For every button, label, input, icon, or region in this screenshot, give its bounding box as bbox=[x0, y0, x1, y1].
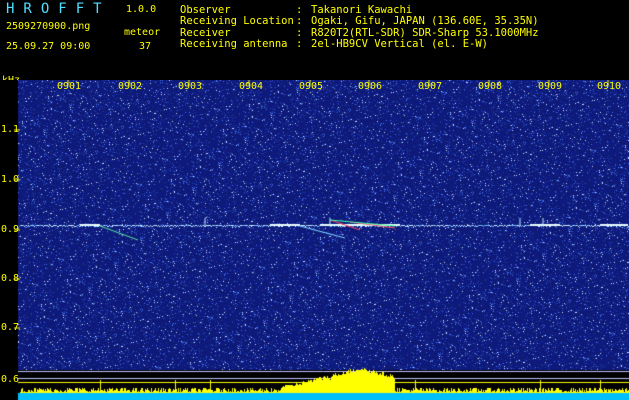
x-tick-label: 0909 bbox=[538, 81, 563, 92]
y-tick-label: 1.1 bbox=[1, 124, 20, 135]
y-tick-label: 0.6 bbox=[1, 374, 20, 385]
x-tick-label: 0906 bbox=[358, 81, 383, 92]
image-filename: 2509270900.png bbox=[6, 21, 91, 32]
info-label: Receiving antenna bbox=[180, 38, 288, 51]
y-tick-label: 0.7 bbox=[1, 322, 20, 333]
x-tick-label: 0903 bbox=[178, 81, 203, 92]
y-tick-label: 0.8 bbox=[1, 273, 20, 284]
y-tick-label: 1.0 bbox=[1, 174, 20, 185]
y-tick-label: 0.9 bbox=[1, 224, 20, 235]
info-value: 2el-HB9CV Vertical (el. E-W) bbox=[311, 38, 489, 51]
info-row-antenna: Receiving antenna : 2el-HB9CV Vertical (… bbox=[180, 38, 539, 51]
info-separator: : bbox=[296, 38, 303, 51]
x-tick-label: 0907 bbox=[418, 81, 443, 92]
app-logo: HROFFT bbox=[6, 1, 111, 17]
x-tick-label: 0910 bbox=[597, 81, 622, 92]
station-info: Observer : Takanori Kawachi Receiving Lo… bbox=[180, 4, 539, 51]
app-version: 1.0.0 bbox=[126, 4, 157, 15]
x-tick-label: 0908 bbox=[478, 81, 503, 92]
x-tick-label: 0905 bbox=[299, 81, 324, 92]
observation-datetime: 25.09.27 09:00 bbox=[6, 41, 91, 52]
header-panel: HROFFT 1.0.0 2509270900.png meteor 25.09… bbox=[0, 0, 629, 80]
meteor-count: 37 bbox=[139, 41, 152, 52]
observation-mode: meteor bbox=[124, 27, 161, 38]
spectrogram-canvas bbox=[0, 80, 629, 400]
x-tick-label: 0902 bbox=[118, 81, 143, 92]
x-tick-label: 0904 bbox=[239, 81, 264, 92]
x-tick-label: 0901 bbox=[57, 81, 82, 92]
